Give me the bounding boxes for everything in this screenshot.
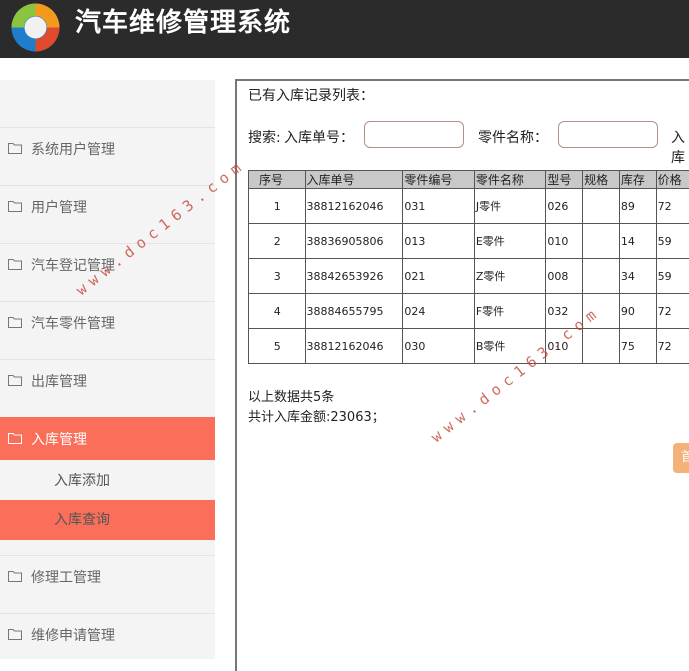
third-search-label: 入库: [671, 127, 689, 167]
order-no-label: 入库单号：: [284, 127, 354, 147]
cell-price: 59: [656, 259, 689, 294]
cell-order-no: 38842653926: [305, 259, 403, 294]
cell-price: 72: [656, 189, 689, 224]
search-label: 搜索:: [248, 127, 281, 147]
records-table: 序号 入库单号 零件编号 零件名称 型号 规格 库存 价格 1 38812162…: [248, 170, 689, 364]
sidebar-item-label: 修理工管理: [31, 569, 101, 587]
header-stock: 库存: [619, 171, 656, 189]
cell-index: 4: [249, 294, 306, 329]
sidebar-subitem-inbound-add[interactable]: 入库添加: [0, 461, 215, 501]
list-title: 已有入库记录列表：: [248, 85, 374, 105]
app-title: 汽车维修管理系统: [75, 5, 291, 41]
sidebar-item-repair-requests[interactable]: 维修申请管理: [0, 613, 215, 671]
table-row: 4 38884655795 024 F零件 032 90 72: [249, 294, 689, 329]
cell-part-no: 021: [403, 259, 475, 294]
cell-index: 3: [249, 259, 306, 294]
cell-price: 72: [656, 329, 689, 364]
sidebar-item-outbound[interactable]: 出库管理: [0, 359, 215, 417]
cell-part-name: F零件: [474, 294, 546, 329]
order-no-input[interactable]: [364, 121, 464, 148]
sidebar: 系统用户管理 用户管理 汽车登记管理 汽车零件管理 出库管理 入库管理 入库添加…: [0, 80, 215, 659]
sidebar-subitem-label: 入库添加: [54, 472, 110, 490]
folder-icon: [8, 258, 22, 270]
folder-icon: [8, 316, 22, 328]
cell-price: 72: [656, 294, 689, 329]
cell-index: 1: [249, 189, 306, 224]
cell-model: 010: [546, 224, 583, 259]
sidebar-item-label: 汽车零件管理: [31, 315, 115, 333]
table-row: 1 38812162046 031 J零件 026 89 72: [249, 189, 689, 224]
header-part-name: 零件名称: [474, 171, 546, 189]
folder-icon: [8, 570, 22, 582]
total-amount-text: 共计入库金额:23063；: [248, 406, 385, 425]
cell-order-no: 38812162046: [305, 189, 403, 224]
cell-part-no: 013: [403, 224, 475, 259]
cell-stock: 75: [619, 329, 656, 364]
folder-icon: [8, 374, 22, 386]
cell-price: 59: [656, 224, 689, 259]
cell-part-name: Z零件: [474, 259, 546, 294]
sidebar-item-system-users[interactable]: 系统用户管理: [0, 127, 215, 185]
sidebar-item-label: 用户管理: [31, 199, 87, 217]
folder-icon: [8, 200, 22, 212]
folder-icon: [8, 432, 22, 444]
table-header-row: 序号 入库单号 零件编号 零件名称 型号 规格 库存 价格: [249, 171, 689, 189]
folder-icon: [8, 142, 22, 154]
main-panel: 已有入库记录列表： 搜索: 入库单号： 零件名称： 入库 序号 入库单号 零件编…: [235, 79, 689, 671]
cell-index: 5: [249, 329, 306, 364]
record-count-text: 以上数据共5条: [248, 386, 334, 405]
cell-spec: [583, 259, 620, 294]
cell-model: 026: [546, 189, 583, 224]
sidebar-item-label: 维修申请管理: [31, 627, 115, 645]
cell-model: 008: [546, 259, 583, 294]
header-order-no: 入库单号: [305, 171, 403, 189]
cell-spec: [583, 329, 620, 364]
part-name-input[interactable]: [558, 121, 658, 148]
cell-index: 2: [249, 224, 306, 259]
sidebar-item-label: 系统用户管理: [31, 141, 115, 159]
part-name-label: 零件名称：: [478, 127, 548, 147]
cell-part-no: 030: [403, 329, 475, 364]
cell-part-name: E零件: [474, 224, 546, 259]
sidebar-item-car-parts[interactable]: 汽车零件管理: [0, 301, 215, 359]
header-price: 价格: [656, 171, 689, 189]
cell-order-no: 38812162046: [305, 329, 403, 364]
first-page-button[interactable]: 首: [673, 443, 689, 473]
sidebar-item-inbound[interactable]: 入库管理: [0, 417, 215, 460]
header-part-no: 零件编号: [403, 171, 475, 189]
table-row: 2 38836905806 013 E零件 010 14 59: [249, 224, 689, 259]
cell-part-no: 024: [403, 294, 475, 329]
table-row: 3 38842653926 021 Z零件 008 34 59: [249, 259, 689, 294]
cell-spec: [583, 224, 620, 259]
cell-spec: [583, 189, 620, 224]
sidebar-item-mechanics[interactable]: 修理工管理: [0, 555, 215, 613]
header-index: 序号: [249, 171, 306, 189]
cell-part-no: 031: [403, 189, 475, 224]
header-spec: 规格: [583, 171, 620, 189]
sidebar-subitem-label: 入库查询: [54, 511, 110, 529]
folder-icon: [8, 628, 22, 640]
cell-stock: 34: [619, 259, 656, 294]
sidebar-subitem-inbound-query[interactable]: 入库查询: [0, 500, 215, 540]
cell-stock: 89: [619, 189, 656, 224]
cell-part-name: J零件: [474, 189, 546, 224]
table-row: 5 38812162046 030 B零件 010 75 72: [249, 329, 689, 364]
cell-order-no: 38884655795: [305, 294, 403, 329]
app-header: 汽车维修管理系统: [0, 0, 689, 58]
app-logo-icon: [9, 1, 62, 54]
cell-order-no: 38836905806: [305, 224, 403, 259]
header-model: 型号: [546, 171, 583, 189]
sidebar-item-label: 入库管理: [31, 431, 87, 449]
cell-stock: 14: [619, 224, 656, 259]
sidebar-item-label: 出库管理: [31, 373, 87, 391]
cell-stock: 90: [619, 294, 656, 329]
